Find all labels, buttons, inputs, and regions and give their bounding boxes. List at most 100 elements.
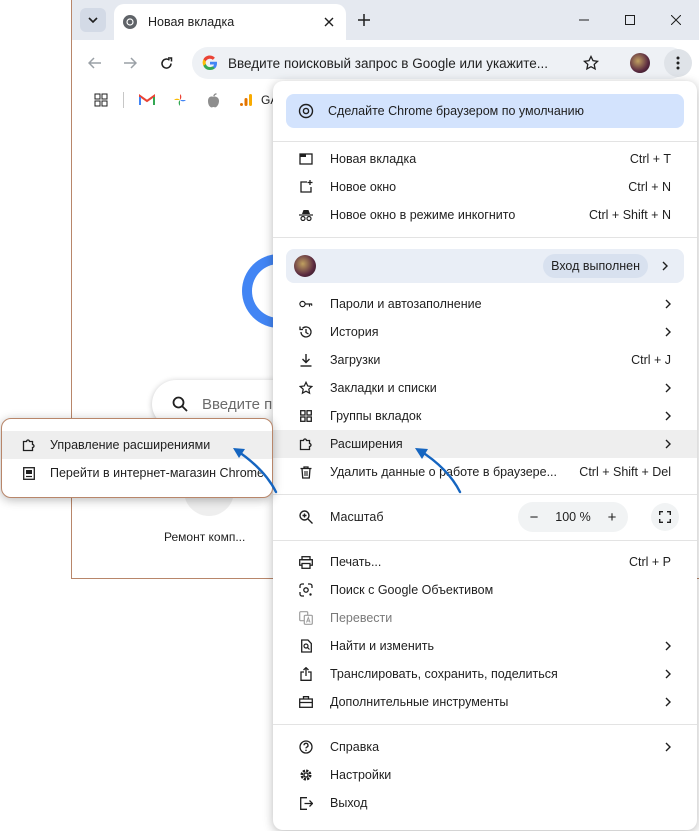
minimize-button[interactable] [561, 0, 607, 40]
menu-item-new-tab[interactable]: Новая вкладка Ctrl + T [273, 145, 697, 173]
menu-divider [273, 494, 697, 495]
menu-item-label: Удалить данные о работе в браузере... [330, 465, 557, 479]
menu-item-clear-data[interactable]: Удалить данные о работе в браузере... Ct… [273, 458, 697, 486]
menu-item-label: Расширения [330, 437, 403, 451]
address-bar[interactable]: Введите поисковый запрос в Google или ук… [192, 47, 686, 79]
menu-item-label: Поиск с Google Объективом [330, 583, 494, 597]
menu-item-extensions[interactable]: Расширения [273, 430, 697, 458]
menu-item-label: Настройки [330, 768, 392, 782]
menu-item-find[interactable]: Найти и изменить [273, 632, 697, 660]
minimize-icon [579, 19, 589, 21]
submenu-item-label: Управление расширениями [50, 438, 211, 452]
profile-avatar-button[interactable] [630, 53, 650, 73]
analytics-icon[interactable] [235, 89, 257, 111]
help-icon [299, 740, 313, 754]
menu-item-help[interactable]: Справка [273, 733, 697, 761]
google-lens-icon [299, 583, 313, 597]
zoom-out-button[interactable]: − [522, 505, 546, 529]
shortcut-label[interactable]: Ремонт комп... [164, 530, 245, 544]
submenu-item-web-store[interactable]: Перейти в интернет-магазин Chrome [2, 459, 272, 487]
menu-item-tab-groups[interactable]: Группы вкладок [273, 402, 697, 430]
save-share-icon [299, 667, 313, 681]
menu-item-bookmarks[interactable]: Закладки и списки [273, 374, 697, 402]
menu-item-settings[interactable]: Настройки [273, 761, 697, 789]
avatar [294, 255, 316, 277]
menu-item-zoom: Масштаб − 100 % + [273, 502, 697, 532]
reload-button[interactable] [155, 52, 177, 74]
menu-item-label: Новое окно [330, 180, 397, 194]
menu-item-label: Дополнительные инструменты [330, 695, 509, 709]
submenu-item-manage-extensions[interactable]: Управление расширениями [2, 431, 272, 459]
chevron-right-icon [661, 697, 671, 707]
tab-search-button[interactable] [80, 8, 106, 32]
plus-icon: + [607, 508, 617, 526]
zoom-in-button[interactable]: + [600, 505, 624, 529]
shortcut-text: Ctrl + N [628, 180, 671, 194]
find-edit-icon [299, 639, 313, 653]
close-icon [324, 17, 334, 27]
photos-icon[interactable] [169, 89, 191, 111]
menu-item-more-tools[interactable]: Дополнительные инструменты [273, 688, 697, 716]
set-default-browser-promo[interactable]: Сделайте Chrome браузером по умолчанию [286, 94, 684, 128]
new-tab-icon [299, 152, 313, 166]
menu-item-print[interactable]: Печать... Ctrl + P [273, 548, 697, 576]
menu-item-history[interactable]: История [273, 318, 697, 346]
close-tab-button[interactable] [320, 13, 338, 31]
menu-divider [273, 141, 697, 142]
menu-item-cast[interactable]: Транслировать, сохранить, поделиться [273, 660, 697, 688]
incognito-icon [299, 208, 313, 222]
shortcut-text: Ctrl + T [629, 152, 671, 166]
chevron-right-icon [661, 641, 671, 651]
menu-item-lens[interactable]: Поиск с Google Объективом [273, 576, 697, 604]
menu-item-label: Новая вкладка [330, 152, 417, 166]
plus-icon [358, 14, 370, 26]
menu-item-exit[interactable]: Выход [273, 789, 697, 817]
gmail-icon[interactable] [136, 89, 158, 111]
menu-item-passwords[interactable]: Пароли и автозаполнение [273, 290, 697, 318]
tab-new-tab[interactable]: Новая вкладка [114, 4, 346, 40]
exit-icon [299, 796, 313, 810]
menu-item-label: Справка [330, 740, 380, 754]
menu-item-label: Пароли и автозаполнение [330, 297, 482, 311]
chevron-right-icon [661, 327, 671, 337]
signed-in-chip: Вход выполнен [543, 254, 648, 278]
trash-icon [299, 465, 313, 479]
tab-groups-icon [299, 409, 313, 423]
menu-item-incognito[interactable]: Новое окно в режиме инкогнито Ctrl + Shi… [273, 201, 697, 229]
bookmarks-divider [123, 92, 124, 108]
toolbar: Введите поисковый запрос в Google или ук… [72, 40, 699, 84]
new-tab-button[interactable] [354, 10, 374, 30]
omnibox-placeholder: Введите поисковый запрос в Google или ук… [228, 55, 549, 71]
menu-item-label: Выход [330, 796, 368, 810]
maximize-button[interactable] [607, 0, 653, 40]
history-icon [299, 325, 313, 339]
chevron-right-icon [661, 383, 671, 393]
zoom-icon [299, 510, 313, 524]
apps-icon[interactable] [90, 89, 112, 111]
menu-item-downloads[interactable]: Загрузки Ctrl + J [273, 346, 697, 374]
submenu-item-label: Перейти в интернет-магазин Chrome [50, 466, 265, 480]
maximize-icon [625, 15, 635, 25]
extension-icon [22, 438, 36, 452]
menu-divider [273, 237, 697, 238]
bookmark-star-button[interactable] [580, 52, 602, 74]
close-window-button[interactable] [653, 0, 699, 40]
back-button[interactable] [84, 52, 106, 74]
web-store-icon [22, 466, 36, 480]
menu-item-label: Перевести [330, 611, 393, 625]
menu-item-translate[interactable]: Перевести [273, 604, 697, 632]
menu-divider [273, 540, 697, 541]
apple-icon[interactable] [202, 89, 224, 111]
chrome-menu-button[interactable] [664, 49, 692, 77]
shortcut-text: Ctrl + Shift + Del [579, 465, 671, 479]
more-vertical-icon [676, 56, 680, 70]
fullscreen-button[interactable] [651, 503, 679, 531]
profile-row[interactable]: Вход выполнен [286, 249, 684, 283]
shortcut-text: Ctrl + P [628, 555, 671, 569]
forward-button[interactable] [119, 52, 141, 74]
menu-item-label: Загрузки [330, 353, 381, 367]
translate-icon [299, 611, 313, 625]
zoom-label: Масштаб [330, 510, 384, 524]
menu-item-new-window[interactable]: Новое окно Ctrl + N [273, 173, 697, 201]
chevron-right-icon [661, 439, 671, 449]
